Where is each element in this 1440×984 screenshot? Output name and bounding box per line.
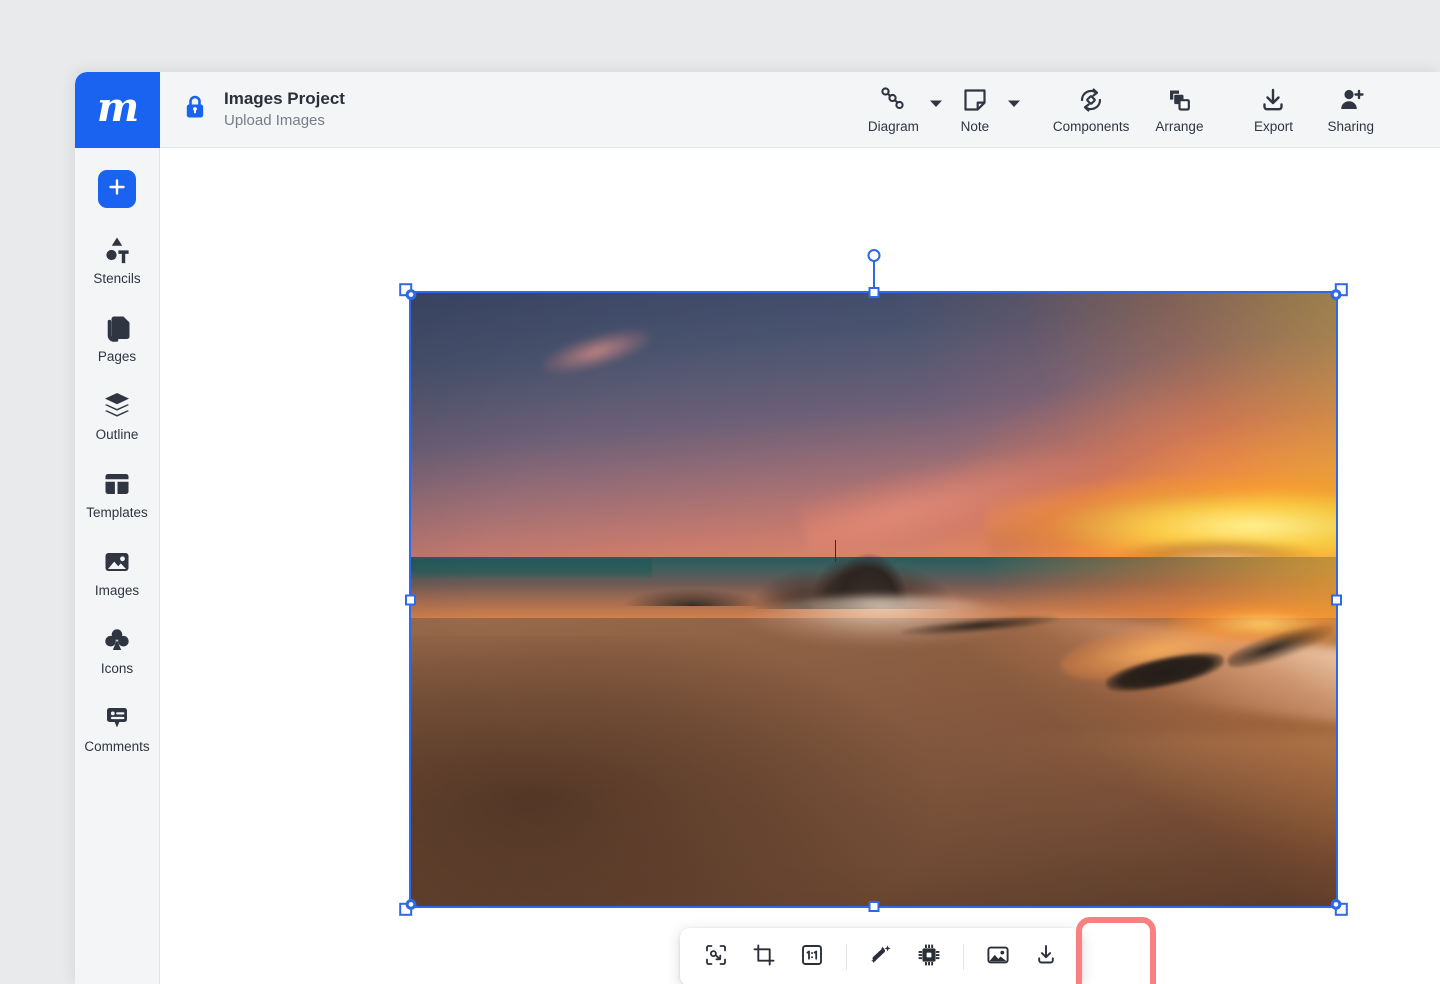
project-title: Images Project	[224, 89, 345, 109]
rotate-handle-stem	[873, 261, 875, 287]
handle-bottom-left[interactable]	[399, 898, 421, 916]
project-title-area: Images Project Upload Images	[160, 72, 345, 147]
toolbar-button-components[interactable]: Components	[1047, 82, 1136, 137]
arrange-icon	[1163, 84, 1195, 116]
sidebar-label-stencils: Stencils	[93, 271, 140, 287]
download-icon	[1257, 84, 1289, 116]
replace-image-icon	[986, 943, 1010, 972]
handle-top-right[interactable]	[1326, 283, 1348, 301]
image-enhance-button[interactable]	[861, 937, 901, 977]
sidebar-item-stencils[interactable]: Stencils	[75, 234, 160, 287]
sidebar-item-templates[interactable]: Templates	[75, 468, 160, 521]
toolbar-label-sharing: Sharing	[1327, 119, 1374, 135]
toolbar-divider-1	[846, 944, 847, 970]
chip-icon	[917, 943, 941, 972]
sidebar-label-icons: Icons	[101, 661, 133, 677]
sidebar-add-button[interactable]	[98, 170, 136, 208]
user-plus-icon	[1335, 84, 1367, 116]
toolbar-label-export: Export	[1254, 119, 1293, 135]
image-replace-button[interactable]	[978, 937, 1018, 977]
sidebar-item-icons[interactable]: Icons	[75, 624, 160, 677]
image-crop-button[interactable]	[744, 937, 784, 977]
one-to-one-icon	[800, 943, 824, 972]
toolbar-label-note: Note	[961, 119, 990, 135]
image-ai-tools-button[interactable]	[909, 937, 949, 977]
diagram-chevron-down-icon[interactable]	[925, 99, 947, 108]
download-icon	[1034, 943, 1058, 972]
project-subtitle: Upload Images	[224, 112, 345, 130]
diagram-icon	[877, 84, 909, 116]
toolbar-button-export[interactable]: Export	[1245, 82, 1301, 137]
components-icon	[1075, 84, 1107, 116]
header-toolbar: Diagram Note	[345, 72, 1440, 147]
comment-icon	[101, 702, 133, 734]
resize-scale-icon	[704, 943, 728, 972]
toolbar-label-arrange: Arrange	[1155, 119, 1203, 135]
sidebar-label-outline: Outline	[96, 427, 139, 443]
layers-icon	[100, 390, 134, 422]
app-window: m Images Project Upload Images	[75, 72, 1440, 984]
image-context-toolbar	[680, 928, 1082, 984]
plus-icon	[107, 177, 127, 202]
toolbar-button-sharing[interactable]: Sharing	[1321, 82, 1380, 137]
sidebar-item-outline[interactable]: Outline	[75, 390, 160, 443]
handle-bottom-center[interactable]	[868, 901, 879, 912]
logo-glyph: m	[97, 88, 138, 128]
templates-icon	[101, 468, 133, 500]
magic-wand-icon	[869, 943, 893, 972]
handle-middle-left[interactable]	[405, 594, 416, 605]
sidebar-label-templates: Templates	[86, 505, 148, 521]
download-button-highlight	[1076, 917, 1156, 984]
image-resize-button[interactable]	[696, 937, 736, 977]
toolbar-label-components: Components	[1053, 119, 1130, 135]
handle-bottom-right[interactable]	[1326, 898, 1348, 916]
toolbar-button-diagram[interactable]: Diagram	[862, 82, 925, 137]
handle-middle-right[interactable]	[1331, 594, 1342, 605]
pages-icon	[101, 312, 133, 344]
toolbar-label-diagram: Diagram	[868, 119, 919, 135]
image-icon	[101, 546, 133, 578]
image-download-button[interactable]	[1026, 937, 1066, 977]
app-logo[interactable]: m	[75, 72, 160, 148]
top-header-bar: m Images Project Upload Images	[75, 72, 1440, 148]
left-sidebar: Stencils Pages Outline	[75, 148, 160, 984]
sidebar-label-pages: Pages	[98, 349, 136, 365]
crop-icon	[752, 943, 776, 972]
sidebar-label-images: Images	[95, 583, 139, 599]
image-original-size-button[interactable]	[792, 937, 832, 977]
toolbar-button-arrange[interactable]: Arrange	[1149, 82, 1209, 137]
stencils-icon	[100, 234, 134, 266]
note-chevron-down-icon[interactable]	[1003, 99, 1025, 108]
selected-image-object[interactable]	[411, 293, 1336, 906]
canvas-area[interactable]	[160, 148, 1440, 984]
sidebar-label-comments: Comments	[84, 739, 149, 755]
club-icon	[101, 624, 133, 656]
sidebar-item-images[interactable]: Images	[75, 546, 160, 599]
note-icon	[959, 84, 991, 116]
sidebar-item-comments[interactable]: Comments	[75, 702, 160, 755]
rotate-handle[interactable]	[867, 249, 880, 262]
sidebar-item-pages[interactable]: Pages	[75, 312, 160, 365]
toolbar-button-note[interactable]: Note	[947, 82, 1003, 137]
handle-top-center[interactable]	[868, 287, 879, 298]
handle-top-left[interactable]	[399, 283, 421, 301]
toolbar-divider-2	[963, 944, 964, 970]
lock-icon[interactable]	[184, 94, 206, 125]
sunset-beach-photo	[411, 293, 1336, 906]
